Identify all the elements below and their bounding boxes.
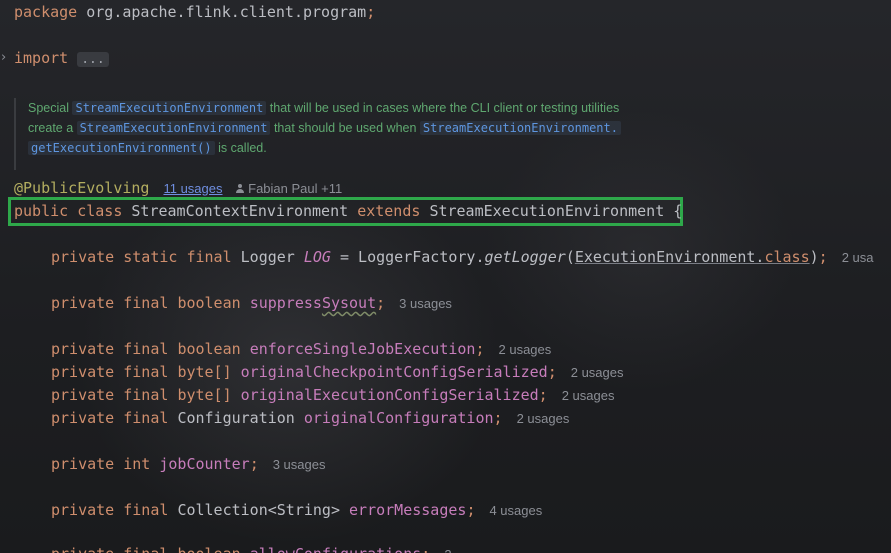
package-semicolon: ; <box>366 3 376 21</box>
modifiers: private final <box>51 545 168 553</box>
field-name[interactable]: enforceSingleJobExecution <box>250 340 476 358</box>
annotation-line: @PublicEvolving 11 usages Fabian Paul +11 <box>14 178 342 199</box>
field-name[interactable]: allowConfigurations <box>250 545 422 553</box>
modifiers: private <box>51 455 115 473</box>
semicolon: ; <box>249 455 259 473</box>
javadoc-text: is called. <box>214 141 267 155</box>
usages-hint[interactable]: 3 usages <box>273 457 326 472</box>
usages-hint[interactable]: 2 usages <box>562 388 615 403</box>
field-declaration: private final boolean allowConfiguration… <box>51 544 452 553</box>
field-declaration: private static final Logger LOG = Logger… <box>51 247 874 268</box>
modifiers: private static final <box>51 248 232 266</box>
field-type: byte[] <box>177 386 232 404</box>
public-keyword: public <box>14 202 69 220</box>
field-name[interactable]: suppress <box>250 294 322 312</box>
author-hint[interactable]: Fabian Paul +11 <box>235 181 343 196</box>
semicolon: ; <box>547 363 557 381</box>
extends-keyword: extends <box>357 202 421 220</box>
modifiers: private final <box>51 386 169 404</box>
javadoc-line-3: getExecutionEnvironment() is called. <box>28 138 698 158</box>
package-keyword: package <box>14 3 78 21</box>
usages-hint[interactable]: 4 usages <box>489 503 542 518</box>
javadoc-link[interactable]: StreamExecutionEnvironment. <box>419 121 621 135</box>
field-declaration: private final boolean enforceSingleJobEx… <box>51 339 551 360</box>
javadoc-line-1: Special StreamExecutionEnvironment that … <box>28 98 698 118</box>
method-call[interactable]: getLogger <box>485 248 566 266</box>
field-name[interactable]: originalConfiguration <box>304 409 494 427</box>
code-editor[interactable]: package org.apache.flink.client.program;… <box>0 0 891 553</box>
usages-hint[interactable]: 2 usa <box>842 250 874 265</box>
fold-chevron-icon[interactable]: › <box>1 50 6 65</box>
class-declaration: public class StreamContextEnvironment ex… <box>14 201 682 221</box>
modifiers: private final <box>51 340 169 358</box>
modifiers: private final <box>51 501 169 519</box>
usages-hint[interactable]: 2 usages <box>571 365 624 380</box>
package-statement: package org.apache.flink.client.program; <box>14 2 375 22</box>
javadoc-text: Special <box>28 101 73 115</box>
field-declaration: private final byte[] originalCheckpointC… <box>51 362 624 383</box>
field-name[interactable]: originalExecutionConfigSerialized <box>241 386 539 404</box>
person-icon <box>235 184 245 194</box>
usages-hint[interactable]: 3 usages <box>399 296 452 311</box>
open-brace: { <box>673 202 683 220</box>
modifiers: private final <box>51 294 169 312</box>
field-type: boolean <box>177 294 241 312</box>
field-declaration: private int jobCounter; 3 usages <box>51 454 325 475</box>
usages-hint[interactable]: 2 usages <box>499 342 552 357</box>
semicolon: ; <box>493 409 503 427</box>
semicolon: ; <box>475 340 485 358</box>
initializer: = LoggerFactory. <box>330 248 485 266</box>
class-keyword: class <box>764 248 810 266</box>
javadoc-text: that will be used in cases where the CLI… <box>266 101 620 115</box>
modifiers: private final <box>51 363 169 381</box>
field-name-typo[interactable]: Sysout <box>322 294 376 312</box>
field-name[interactable]: LOG <box>304 248 331 266</box>
usages-hint[interactable]: 2 usages <box>517 411 570 426</box>
semicolon: ; <box>466 501 476 519</box>
semicolon: ; <box>376 294 386 312</box>
javadoc-link[interactable]: getExecutionEnvironment() <box>28 141 215 155</box>
import-statement: import ... <box>14 48 109 70</box>
field-type[interactable]: Logger <box>241 248 295 266</box>
javadoc-text: create a <box>28 121 77 135</box>
class-name[interactable]: StreamContextEnvironment <box>131 202 348 220</box>
class-reference[interactable]: ExecutionEnvironment. <box>575 248 765 266</box>
semicolon: ; <box>818 248 828 266</box>
field-declaration: private final Collection<String> errorMe… <box>51 500 542 521</box>
javadoc-line-2: create a StreamExecutionEnvironment that… <box>28 118 698 138</box>
field-name[interactable]: errorMessages <box>349 501 466 519</box>
javadoc-link[interactable]: StreamExecutionEnvironment <box>72 101 267 115</box>
import-keyword: import <box>14 49 69 67</box>
field-declaration: private final Configuration originalConf… <box>51 408 569 429</box>
paren: ( <box>565 248 575 266</box>
parent-class-name[interactable]: StreamExecutionEnvironment <box>429 202 664 220</box>
annotation: @PublicEvolving <box>14 179 150 197</box>
class-usages-link[interactable]: 11 usages <box>163 181 222 196</box>
field-declaration: private final byte[] originalExecutionCo… <box>51 385 614 406</box>
field-type: boolean <box>177 545 240 553</box>
usages-hint[interactable]: 2 <box>444 547 451 553</box>
field-type[interactable]: Configuration <box>177 409 294 427</box>
import-fold-placeholder[interactable]: ... <box>77 52 109 67</box>
field-type: boolean <box>177 340 241 358</box>
field-declaration: private final boolean suppressSysout; 3 u… <box>51 293 452 314</box>
field-name[interactable]: jobCounter <box>159 455 249 473</box>
javadoc-link[interactable]: StreamExecutionEnvironment <box>76 121 271 135</box>
field-type: byte[] <box>177 363 232 381</box>
modifiers: private final <box>51 409 169 427</box>
javadoc-comment: Special StreamExecutionEnvironment that … <box>14 98 698 170</box>
field-type[interactable]: Collection<String> <box>177 501 340 519</box>
package-name: org.apache.flink.client.program <box>86 3 367 21</box>
field-name[interactable]: originalCheckpointConfigSerialized <box>241 363 548 381</box>
paren: ) <box>809 248 819 266</box>
semicolon: ; <box>421 545 430 553</box>
author-text: Fabian Paul +11 <box>248 181 343 196</box>
field-type: int <box>123 455 151 473</box>
semicolon: ; <box>538 386 548 404</box>
class-keyword: class <box>77 202 123 220</box>
javadoc-text: that should be used when <box>270 121 420 135</box>
